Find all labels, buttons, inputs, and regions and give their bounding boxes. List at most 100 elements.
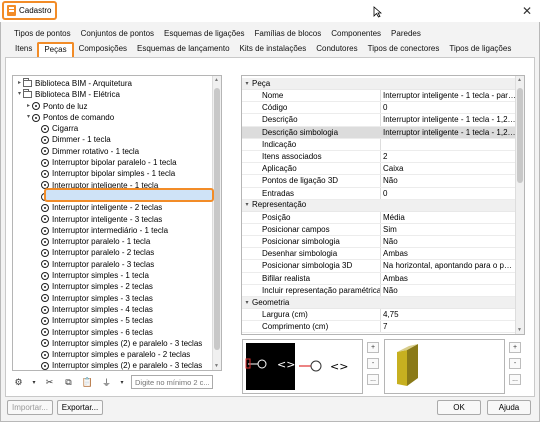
sub-tab-0[interactable]: Itens [10, 42, 37, 57]
property-value[interactable]: Na horizontal, apontando para o pont... [381, 260, 516, 271]
property-value[interactable]: Ambas [381, 273, 516, 284]
tree-item[interactable]: Interruptor simples - 6 teclas [13, 327, 212, 338]
property-row[interactable]: Comprimento (cm) 7 [242, 321, 516, 334]
property-row[interactable]: Código 0 [242, 102, 516, 115]
tree-item[interactable]: Interruptor simples (2) e paralelo - 3 t… [13, 360, 212, 370]
collapse-arrow-icon[interactable]: ▾ [25, 112, 32, 123]
tree-item[interactable]: Interruptor bipolar paralelo - 1 tecla [13, 157, 212, 168]
main-tab-0[interactable]: Tipos de pontos [9, 27, 76, 42]
property-value[interactable]: Sim [381, 224, 516, 235]
sub-tab-7[interactable]: Tipos de ligações [444, 42, 516, 57]
collapse-section-icon[interactable]: ▾ [242, 78, 252, 90]
scroll-down-icon[interactable]: ▼ [517, 327, 522, 333]
property-scroll-thumb[interactable] [517, 88, 523, 183]
property-row[interactable]: Posicionar simbologia 3D Na horizontal, a… [242, 260, 516, 273]
property-section-header[interactable]: ▾ Geometria [242, 297, 516, 309]
sub-tab-pecas-active[interactable]: Peças [37, 42, 74, 57]
main-tab-4[interactable]: Componentes [326, 27, 386, 42]
sub-tab-2[interactable]: Composições [74, 42, 132, 57]
property-value[interactable]: 0 [381, 188, 516, 199]
filter-dropdown-icon[interactable]: ▾ [119, 376, 125, 388]
tree-item[interactable]: Interruptor simples - 5 teclas [13, 315, 212, 326]
main-tab-3[interactable]: Famílias de blocos [250, 27, 327, 42]
property-value[interactable]: 2 [381, 151, 516, 162]
property-value[interactable] [381, 139, 516, 150]
property-row[interactable]: Descrição simbologia Interruptor intelige… [242, 126, 516, 139]
tree-item[interactable]: Interruptor paralelo - 2 teclas [13, 247, 212, 258]
tree-item[interactable]: Cigarra [13, 123, 212, 134]
property-row[interactable]: Desenhar simbologia Ambas [242, 248, 516, 261]
tree-item[interactable]: ▸ Ponto de luz [13, 101, 212, 112]
property-row[interactable]: Posição Média [242, 211, 516, 224]
more-symbol-button[interactable]: ... [367, 374, 379, 385]
tree-item[interactable]: Dimmer rotativo - 1 tecla [13, 146, 212, 157]
tree-scroll-thumb[interactable] [214, 88, 220, 350]
property-section-header[interactable]: ▾ Representação [242, 199, 516, 212]
copy-icon[interactable]: ⧉ [62, 376, 75, 388]
property-value[interactable]: Não [381, 285, 516, 296]
scroll-up-icon[interactable]: ▲ [517, 77, 522, 83]
expand-arrow-icon[interactable]: ▸ [25, 101, 32, 112]
property-scrollbar[interactable]: ▲ ▼ [515, 76, 524, 334]
property-row[interactable]: Aplicação Caixa [242, 163, 516, 176]
remove-symbol-button[interactable]: - [367, 358, 379, 369]
tree-item[interactable]: Interruptor simples (2) e paralelo - 3 t… [13, 338, 212, 349]
paste-icon[interactable]: 📋 [81, 376, 94, 388]
sub-tab-4[interactable]: Kits de instalações [235, 42, 312, 57]
collapse-section-icon[interactable]: ▾ [242, 297, 252, 309]
property-row[interactable]: Posicionar simbologia Não [242, 236, 516, 249]
property-row[interactable]: Bifilar realista Ambas [242, 272, 516, 285]
tree-item[interactable]: Interruptor simples e paralelo - 2 tecla… [13, 349, 212, 360]
property-row[interactable]: Posicionar campos Sim [242, 223, 516, 237]
tree-item[interactable]: Interruptor simples - 3 teclas [13, 293, 212, 304]
help-button[interactable]: Ajuda [487, 400, 531, 415]
filter-icon[interactable]: ⏚ [100, 376, 113, 388]
tree-item[interactable]: Interruptor paralelo - 1 tecla [13, 236, 212, 247]
more-3d-button[interactable]: ... [509, 374, 521, 385]
property-value[interactable]: Ambas [381, 248, 516, 259]
tree-item[interactable]: Interruptor simples - 4 teclas [13, 304, 212, 315]
scroll-up-icon[interactable]: ▲ [214, 77, 219, 83]
property-row[interactable]: Nome Interruptor inteligente - 1 tecla - … [242, 90, 516, 103]
tree-scrollbar[interactable]: ▲ ▼ [212, 76, 221, 370]
close-icon[interactable]: ✕ [522, 4, 532, 18]
property-value[interactable]: 0 [381, 102, 516, 113]
property-row[interactable]: Indicação [242, 138, 516, 151]
property-value[interactable]: Interruptor inteligente - 1 tecla - para… [381, 90, 516, 101]
add-symbol-button[interactable]: + [367, 342, 379, 353]
property-row[interactable]: Pontos de ligação 3D Não [242, 175, 516, 188]
tree-item[interactable]: Interruptor simples - 1 tecla [13, 270, 212, 281]
tree-options-icon[interactable]: ⚙ [12, 376, 25, 388]
main-tab-5[interactable]: Paredes [386, 27, 426, 42]
remove-3d-button[interactable]: - [509, 358, 521, 369]
ok-button[interactable]: OK [437, 400, 481, 415]
property-value[interactable]: Interruptor inteligente - 1 tecla - 1,20… [381, 127, 516, 138]
tree-item[interactable]: Interruptor intermediário - 1 tecla [13, 225, 212, 236]
tree-item[interactable]: Dimmer - 1 tecla [13, 134, 212, 145]
cut-icon[interactable]: ✂ [43, 376, 56, 388]
property-value[interactable]: 7 [381, 321, 516, 332]
sub-tab-6[interactable]: Tipos de conectores [363, 42, 445, 57]
tree-item[interactable]: Interruptor inteligente - 3 teclas [13, 214, 212, 225]
tree-item[interactable]: ▾ Pontos de comando [13, 112, 212, 123]
dropdown-arrow-icon[interactable]: ▾ [31, 376, 37, 388]
property-row[interactable]: Descrição Interruptor inteligente - 1 tec… [242, 114, 516, 127]
main-tab-2[interactable]: Esquemas de ligações [159, 27, 250, 42]
sub-tab-5[interactable]: Condutores [311, 42, 362, 57]
import-button[interactable]: Importar... [7, 400, 53, 415]
property-row[interactable]: Itens associados 2 [242, 150, 516, 164]
property-value[interactable]: Não [381, 236, 516, 247]
property-row[interactable]: Largura (cm) 4,75 [242, 309, 516, 322]
property-section-header[interactable]: ▾ Peça [242, 78, 516, 90]
search-input[interactable] [131, 375, 213, 389]
tree-item[interactable]: Interruptor paralelo - 3 teclas [13, 259, 212, 270]
property-value[interactable]: Não [381, 175, 516, 186]
export-button[interactable]: Exportar... [57, 400, 103, 415]
tree-item[interactable]: Interruptor simples - 2 teclas [13, 281, 212, 292]
property-value[interactable]: 4,75 [381, 309, 516, 320]
collapse-section-icon[interactable]: ▾ [242, 199, 252, 211]
tree-item[interactable]: Interruptor bipolar simples - 1 tecla [13, 168, 212, 179]
property-row[interactable]: Entradas 0 [242, 187, 516, 200]
sub-tab-3[interactable]: Esquemas de lançamento [132, 42, 235, 57]
add-3d-button[interactable]: + [509, 342, 521, 353]
